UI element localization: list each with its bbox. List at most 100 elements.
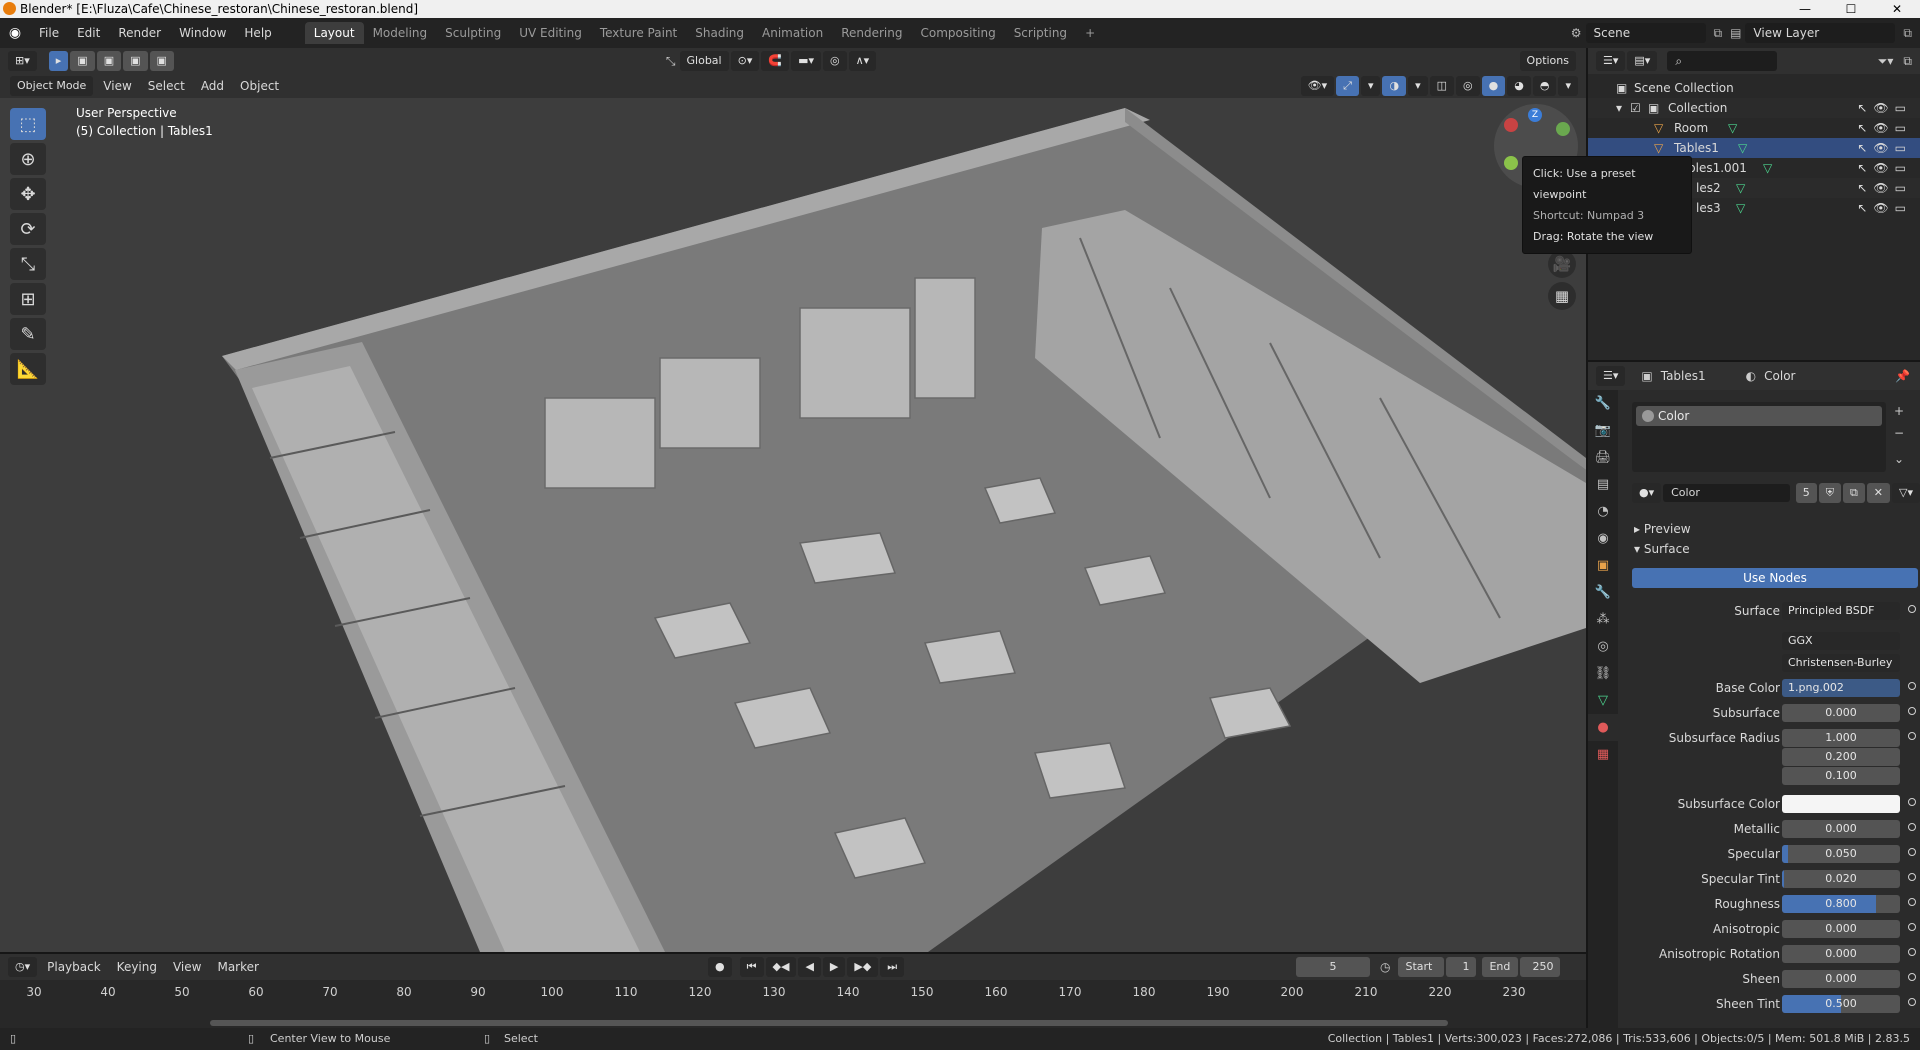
base-color-texture-field[interactable]: 1.png.002	[1782, 679, 1900, 697]
unlink-material-icon[interactable]: ✕	[1866, 483, 1891, 503]
gizmo-z-axis-icon[interactable]: Z	[1528, 108, 1542, 122]
playback-menu[interactable]: Playback	[39, 960, 109, 974]
new-scene-icon[interactable]: ⧉	[1714, 26, 1723, 41]
gizmo-toggle-icon[interactable]: ⤢	[1336, 76, 1359, 96]
link-socket-icon[interactable]	[1908, 873, 1916, 881]
roughness-slider[interactable]: 0.800	[1782, 895, 1900, 913]
blender-menu-icon[interactable]: ◉	[0, 25, 30, 41]
viewport-scene[interactable]	[0, 98, 1586, 952]
scene-selector[interactable]: Scene	[1585, 23, 1706, 43]
select-menu[interactable]: Select	[140, 79, 193, 93]
new-view-layer-icon[interactable]: ⧉	[1903, 26, 1912, 41]
jump-start-icon[interactable]: ⏮	[739, 957, 764, 977]
outliner-search-input[interactable]: ⌕	[1667, 51, 1778, 71]
specular-tint-slider[interactable]: 0.020	[1782, 870, 1900, 888]
scene-tab-icon[interactable]: ◔	[1588, 498, 1618, 525]
timeline-view-menu[interactable]: View	[165, 960, 209, 974]
material-slot-item[interactable]: Color	[1636, 406, 1882, 426]
end-frame-field[interactable]: 250	[1520, 957, 1561, 977]
transform-orientation-dropdown[interactable]: Global	[679, 51, 729, 71]
new-collection-icon[interactable]: ⧉	[1903, 54, 1912, 69]
select-tool-icon[interactable]: ⬚	[10, 108, 46, 140]
select-mode-intersect-icon[interactable]: ▣	[149, 51, 174, 71]
outliner-editor-type-icon[interactable]: ☰▾	[1596, 51, 1626, 71]
outliner-row-tables1[interactable]: ▽ Tables1 ▽ ↖👁▭	[1588, 138, 1920, 158]
menu-edit[interactable]: Edit	[68, 18, 109, 48]
menu-render[interactable]: Render	[109, 18, 170, 48]
distribution-dropdown[interactable]: GGX	[1782, 632, 1900, 650]
texture-tab-icon[interactable]: ▦	[1588, 741, 1618, 768]
checkbox-icon[interactable]: ☑	[1630, 98, 1641, 118]
link-socket-icon[interactable]	[1908, 973, 1916, 981]
object-mode-dropdown[interactable]: Object Mode	[10, 76, 94, 96]
link-socket-icon[interactable]	[1908, 848, 1916, 856]
transform-tool-icon[interactable]: ⊞	[10, 283, 46, 315]
falloff-icon[interactable]: ∧▾	[848, 51, 877, 71]
gizmo-neg-y-icon[interactable]	[1504, 156, 1518, 170]
filter-icon[interactable]: ⏷▾	[1878, 54, 1894, 69]
world-tab-icon[interactable]: ◉	[1588, 525, 1618, 552]
link-socket-icon[interactable]	[1908, 682, 1916, 690]
record-icon[interactable]: ●	[708, 957, 732, 977]
metallic-field[interactable]: 0.000	[1782, 820, 1900, 838]
ortho-toggle-icon[interactable]: ▦	[1548, 282, 1576, 310]
tool-tab-icon[interactable]: 🔧	[1588, 390, 1618, 417]
anisotropic-field[interactable]: 0.000	[1782, 920, 1900, 938]
tab-shading[interactable]: Shading	[686, 22, 753, 44]
physics-tab-icon[interactable]: ◎	[1588, 633, 1618, 660]
select-mode-new-icon[interactable]: ▣	[70, 51, 95, 71]
subsurface-radius-z-field[interactable]: 0.100	[1782, 767, 1900, 785]
timeline-scrollbar[interactable]	[210, 1020, 1448, 1026]
outliner-row-collection[interactable]: ▾ ☑ ▣ Collection ↖👁▭	[1588, 98, 1920, 118]
cursor-tool-icon[interactable]: ⊕	[10, 143, 46, 175]
row-toggle-icons[interactable]: ↖👁▭	[1857, 158, 1912, 178]
use-nodes-button[interactable]: Use Nodes	[1632, 568, 1918, 588]
scene-icon[interactable]: ⚙	[1571, 26, 1582, 40]
link-socket-icon[interactable]	[1908, 605, 1916, 613]
link-socket-icon[interactable]	[1908, 923, 1916, 931]
subsurface-color-swatch[interactable]	[1782, 795, 1900, 813]
material-slot-list[interactable]: Color	[1632, 402, 1886, 472]
start-frame-field[interactable]: 1	[1446, 957, 1477, 977]
play-reverse-icon[interactable]: ◀	[798, 957, 821, 977]
material-link-icon[interactable]: ▽▾	[1892, 483, 1920, 503]
shading-dropdown-icon[interactable]: ▾	[1558, 76, 1578, 96]
jump-end-icon[interactable]: ⏭	[880, 957, 905, 977]
duplicate-material-icon[interactable]: ⧉	[1842, 483, 1865, 503]
add-menu[interactable]: Add	[193, 79, 232, 93]
properties-editor-type-icon[interactable]: ☰▾	[1596, 366, 1626, 386]
rotate-tool-icon[interactable]: ⟳	[10, 213, 46, 245]
gizmo-dropdown-icon[interactable]: ▾	[1360, 76, 1381, 96]
link-socket-icon[interactable]	[1908, 823, 1916, 831]
material-users-count[interactable]: 5	[1795, 483, 1817, 503]
subsurface-field[interactable]: 0.000	[1782, 704, 1900, 722]
proportional-edit-icon[interactable]: ◎	[822, 51, 847, 71]
timeline-editor-type-icon[interactable]: ◷▾	[8, 957, 38, 977]
current-frame-field[interactable]: 5	[1296, 957, 1370, 977]
tab-texture-paint[interactable]: Texture Paint	[591, 22, 686, 44]
wireframe-shading-icon[interactable]: ◎	[1456, 76, 1480, 96]
subsurface-radius-y-field[interactable]: 0.200	[1782, 748, 1900, 766]
outliner-row-scene-collection[interactable]: ▣ Scene Collection	[1588, 78, 1920, 98]
gizmo-x-axis-icon[interactable]	[1504, 118, 1518, 132]
snap-icon[interactable]: 🧲	[761, 51, 790, 71]
render-tab-icon[interactable]: 📷	[1588, 417, 1618, 444]
tab-compositing[interactable]: Compositing	[911, 22, 1004, 44]
object-tab-icon[interactable]: ▣	[1588, 552, 1618, 579]
row-toggle-icons[interactable]: ↖👁▭	[1857, 198, 1912, 218]
solid-shading-icon[interactable]: ●	[1481, 76, 1506, 96]
surface-shader-dropdown[interactable]: Principled BSDF	[1782, 602, 1900, 620]
measure-tool-icon[interactable]: 📐	[10, 353, 46, 385]
expand-arrow-icon[interactable]: ▾	[1616, 98, 1622, 118]
sheen-field[interactable]: 0.000	[1782, 970, 1900, 988]
material-shading-icon[interactable]: ◕	[1507, 76, 1531, 96]
menu-window[interactable]: Window	[170, 18, 235, 48]
subsurface-method-dropdown[interactable]: Christensen-Burley	[1782, 654, 1900, 672]
constraints-tab-icon[interactable]: ⛓	[1588, 660, 1618, 687]
marker-menu[interactable]: Marker	[209, 960, 266, 974]
material-name-field[interactable]: Color	[1663, 484, 1790, 502]
rendered-shading-icon[interactable]: ◓	[1532, 76, 1557, 96]
tab-uv-editing[interactable]: UV Editing	[510, 22, 591, 44]
view-menu[interactable]: View	[95, 79, 139, 93]
tab-sculpting[interactable]: Sculpting	[436, 22, 510, 44]
